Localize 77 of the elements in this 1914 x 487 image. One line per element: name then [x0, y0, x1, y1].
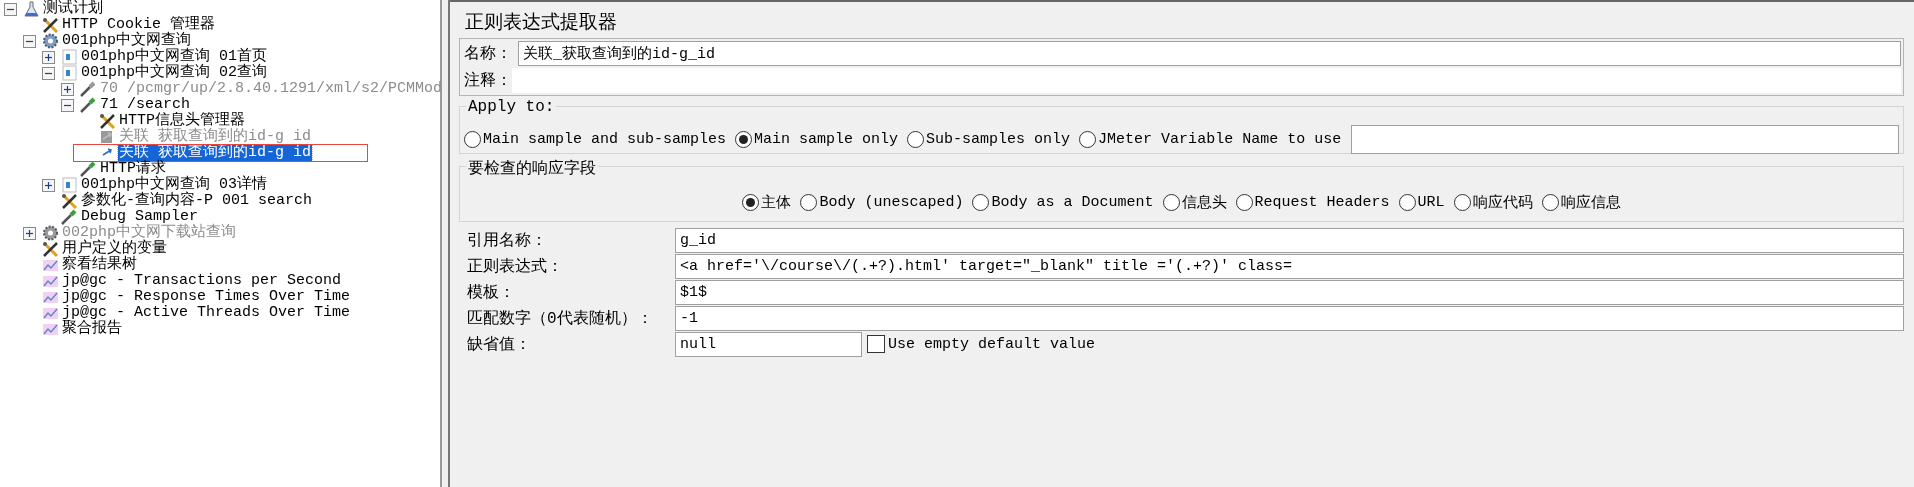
radio-label: Body (unescaped)	[819, 194, 964, 211]
tree-item[interactable]: jp@gc - Response Times Over Time	[61, 289, 352, 305]
tree-item[interactable]: 001php中文网查询 02查询	[80, 65, 268, 81]
tools-icon	[42, 241, 59, 257]
pipette-icon	[61, 209, 78, 225]
radio-button[interactable]	[1398, 194, 1416, 211]
chart-icon	[42, 273, 59, 289]
text-field[interactable]: $1$	[675, 279, 1904, 305]
gear-icon	[42, 225, 59, 241]
field-label: 名称：	[463, 44, 513, 64]
tree-item[interactable]: Debug Sampler	[80, 209, 200, 225]
tools-icon	[61, 193, 78, 209]
chart-icon	[42, 321, 59, 337]
radio-label: Request Headers	[1254, 194, 1390, 211]
radio-label: 主体	[761, 193, 792, 212]
tree-item[interactable]: 测试计划	[42, 1, 104, 17]
radio-label: Body as a Document	[991, 194, 1154, 211]
tools-icon	[99, 113, 116, 129]
tree-item[interactable]: HTTP信息头管理器	[118, 113, 246, 129]
field-label: 引用名称：	[466, 230, 548, 251]
pipette-icon	[80, 161, 97, 177]
radio-button[interactable]	[1235, 194, 1253, 211]
tree-item[interactable]: 71 /search	[99, 97, 191, 113]
field-label: 注释：	[463, 70, 513, 91]
tree-item[interactable]: jp@gc - Transactions per Second	[61, 273, 343, 289]
name-field[interactable]: 关联_获取查询到的id-g_id	[518, 41, 1901, 66]
chart-icon	[42, 305, 59, 321]
checkbox[interactable]	[867, 335, 885, 353]
radio-button[interactable]	[464, 131, 481, 148]
radio-label: URL	[1417, 194, 1445, 211]
field-label: 匹配数字（0代表随机）：	[466, 308, 654, 329]
radio-button[interactable]	[735, 131, 753, 148]
radio-label: JMeter Variable Name to use	[1098, 131, 1342, 148]
radio-button[interactable]	[1453, 194, 1471, 211]
text-field[interactable]: <a href='\/course\/(.+?).html' target="_blank" title ='(.+?)' class=	[675, 253, 1904, 279]
collapse-toggle[interactable]	[23, 34, 36, 48]
chart-icon	[42, 257, 59, 273]
radio-button[interactable]	[907, 131, 925, 148]
flask-icon	[23, 1, 40, 17]
checkbox-label: Use empty default value	[888, 335, 1096, 353]
panel-icon	[61, 65, 78, 81]
radio-label: 响应信息	[1560, 193, 1621, 212]
pipette-icon	[80, 97, 97, 113]
radio-label: Main sample and sub-samples	[483, 131, 727, 148]
radio-button[interactable]	[972, 194, 990, 211]
text-field[interactable]: null	[675, 331, 862, 357]
collapse-toggle[interactable]	[42, 66, 55, 80]
radio-label: 信息头	[1181, 193, 1227, 212]
radio-label: Main sample only	[754, 131, 899, 148]
variable-name-field[interactable]	[1351, 125, 1899, 154]
radio-button[interactable]	[1162, 194, 1180, 211]
collapse-toggle[interactable]	[61, 98, 74, 112]
panel-title: 正则表达式提取器	[464, 11, 618, 36]
field-label: 模板：	[466, 282, 516, 303]
splitter[interactable]	[442, 0, 450, 487]
chart-icon	[42, 289, 59, 305]
panel-icon	[61, 177, 78, 193]
tree-item[interactable]: 参数化-查询内容-P 001 search	[80, 193, 314, 209]
radio-button[interactable]	[742, 194, 760, 211]
field-label: 缺省值：	[466, 334, 532, 355]
tools-icon	[42, 17, 59, 33]
gear-icon	[42, 33, 59, 49]
text-field[interactable]: g_id	[675, 227, 1904, 253]
collapse-toggle[interactable]	[4, 2, 17, 16]
radio-label: 响应代码	[1472, 193, 1533, 212]
field-label: 正则表达式：	[466, 256, 564, 277]
tree-item[interactable]: 察看结果树	[61, 257, 138, 273]
radio-label: Sub-samples only	[926, 131, 1071, 148]
expand-toggle[interactable]	[42, 50, 55, 64]
group-title: Apply to:	[466, 98, 557, 116]
radio-button[interactable]	[800, 194, 818, 211]
text-field[interactable]: -1	[675, 305, 1904, 331]
radio-button[interactable]	[1541, 194, 1559, 211]
panel-icon	[61, 49, 78, 65]
expand-toggle[interactable]	[42, 178, 55, 192]
pipette-icon	[80, 81, 97, 97]
radio-button[interactable]	[1079, 131, 1097, 148]
